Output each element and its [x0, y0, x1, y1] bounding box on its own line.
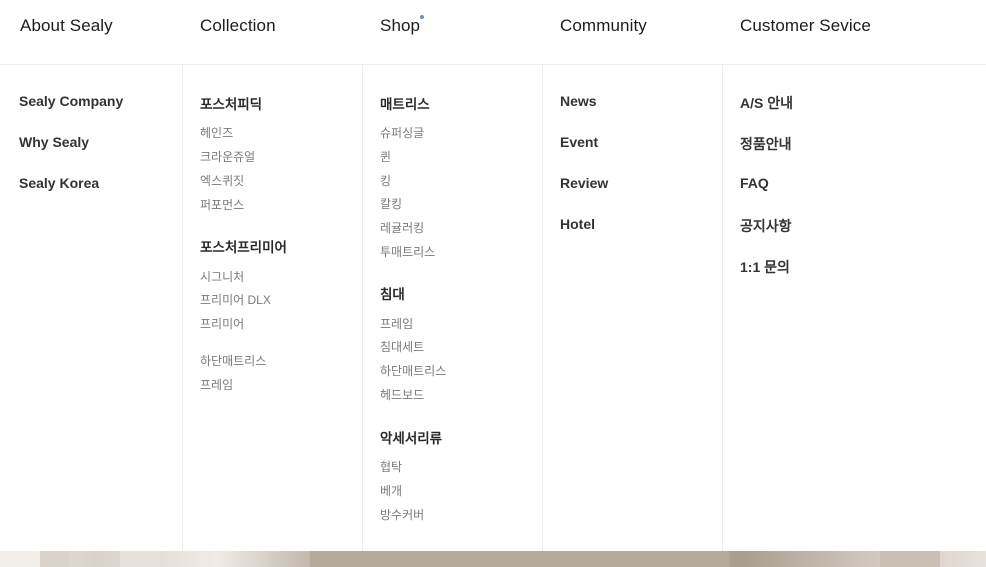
- mega-menu-header: About Sealy Collection Shop Community Cu…: [0, 0, 986, 65]
- community-link-news[interactable]: News: [560, 93, 597, 109]
- hero-image-strip: [0, 551, 986, 567]
- about-column: Sealy Company Why Sealy Sealy Korea: [0, 65, 180, 551]
- shop-group-accessories[interactable]: 악세서리류: [380, 427, 442, 447]
- collection-item[interactable]: 프리미어 DLX: [200, 291, 271, 308]
- shop-item[interactable]: 퀸: [380, 148, 391, 165]
- shop-group-bed[interactable]: 침대: [380, 283, 405, 303]
- collection-item[interactable]: 크라운쥬얼: [200, 148, 255, 165]
- nav-customer-service[interactable]: Customer Sevice: [740, 16, 871, 36]
- nav-shop[interactable]: Shop: [380, 16, 420, 36]
- community-link-event[interactable]: Event: [560, 134, 598, 150]
- shop-item[interactable]: 헤드보드: [380, 386, 424, 403]
- new-indicator-dot: [420, 15, 424, 19]
- community-column: News Event Review Hotel: [542, 65, 723, 551]
- customer-link-inquiry[interactable]: 1:1 문의: [740, 257, 790, 277]
- nav-community[interactable]: Community: [560, 16, 647, 36]
- collection-item[interactable]: 시그니처: [200, 268, 244, 285]
- community-link-review[interactable]: Review: [560, 175, 608, 191]
- collection-group-posturepedic[interactable]: 포스처피딕: [200, 93, 262, 113]
- collection-item[interactable]: 하단매트리스: [200, 352, 266, 369]
- shop-item[interactable]: 레귤러킹: [380, 219, 424, 236]
- shop-item[interactable]: 킹: [380, 172, 391, 189]
- collection-item[interactable]: 프레임: [200, 376, 233, 393]
- mega-menu-body: Sealy Company Why Sealy Sealy Korea 포스처피…: [0, 65, 986, 551]
- about-link-why-sealy[interactable]: Why Sealy: [19, 134, 89, 150]
- nav-collection[interactable]: Collection: [200, 16, 276, 36]
- shop-group-mattress[interactable]: 매트리스: [380, 93, 430, 113]
- collection-column: 포스처피딕 헤인즈 크라운쥬얼 엑스퀴짓 퍼포먼스 포스처프리미어 시그니처 프…: [182, 65, 363, 551]
- shop-item[interactable]: 베개: [380, 482, 402, 499]
- community-link-hotel[interactable]: Hotel: [560, 216, 595, 232]
- shop-column: 매트리스 슈퍼싱글 퀸 킹 칼킹 레귤러킹 투매트리스 침대 프레임 침대세트 …: [362, 65, 543, 551]
- customer-link-notice[interactable]: 공지사항: [740, 216, 792, 236]
- about-link-company[interactable]: Sealy Company: [19, 93, 123, 109]
- shop-item[interactable]: 칼킹: [380, 195, 402, 212]
- shop-item[interactable]: 침대세트: [380, 338, 424, 355]
- shop-item[interactable]: 하단매트리스: [380, 362, 446, 379]
- shop-item[interactable]: 프레임: [380, 315, 413, 332]
- collection-item[interactable]: 퍼포먼스: [200, 196, 244, 213]
- collection-item[interactable]: 프리미어: [200, 315, 244, 332]
- shop-item[interactable]: 슈퍼싱글: [380, 124, 424, 141]
- shop-item[interactable]: 방수커버: [380, 506, 424, 523]
- customer-link-faq[interactable]: FAQ: [740, 175, 769, 191]
- collection-item[interactable]: 엑스퀴짓: [200, 172, 244, 189]
- about-link-korea[interactable]: Sealy Korea: [19, 175, 99, 191]
- nav-about-sealy[interactable]: About Sealy: [20, 16, 113, 36]
- customer-link-as[interactable]: A/S 안내: [740, 93, 793, 113]
- shop-item[interactable]: 투매트리스: [380, 243, 435, 260]
- customer-link-genuine[interactable]: 정품안내: [740, 134, 792, 154]
- collection-group-posture-premier[interactable]: 포스처프리미어: [200, 236, 287, 256]
- customer-service-column: A/S 안내 정품안내 FAQ 공지사항 1:1 문의: [722, 65, 986, 551]
- shop-item[interactable]: 협탁: [380, 458, 402, 475]
- collection-item[interactable]: 헤인즈: [200, 124, 233, 141]
